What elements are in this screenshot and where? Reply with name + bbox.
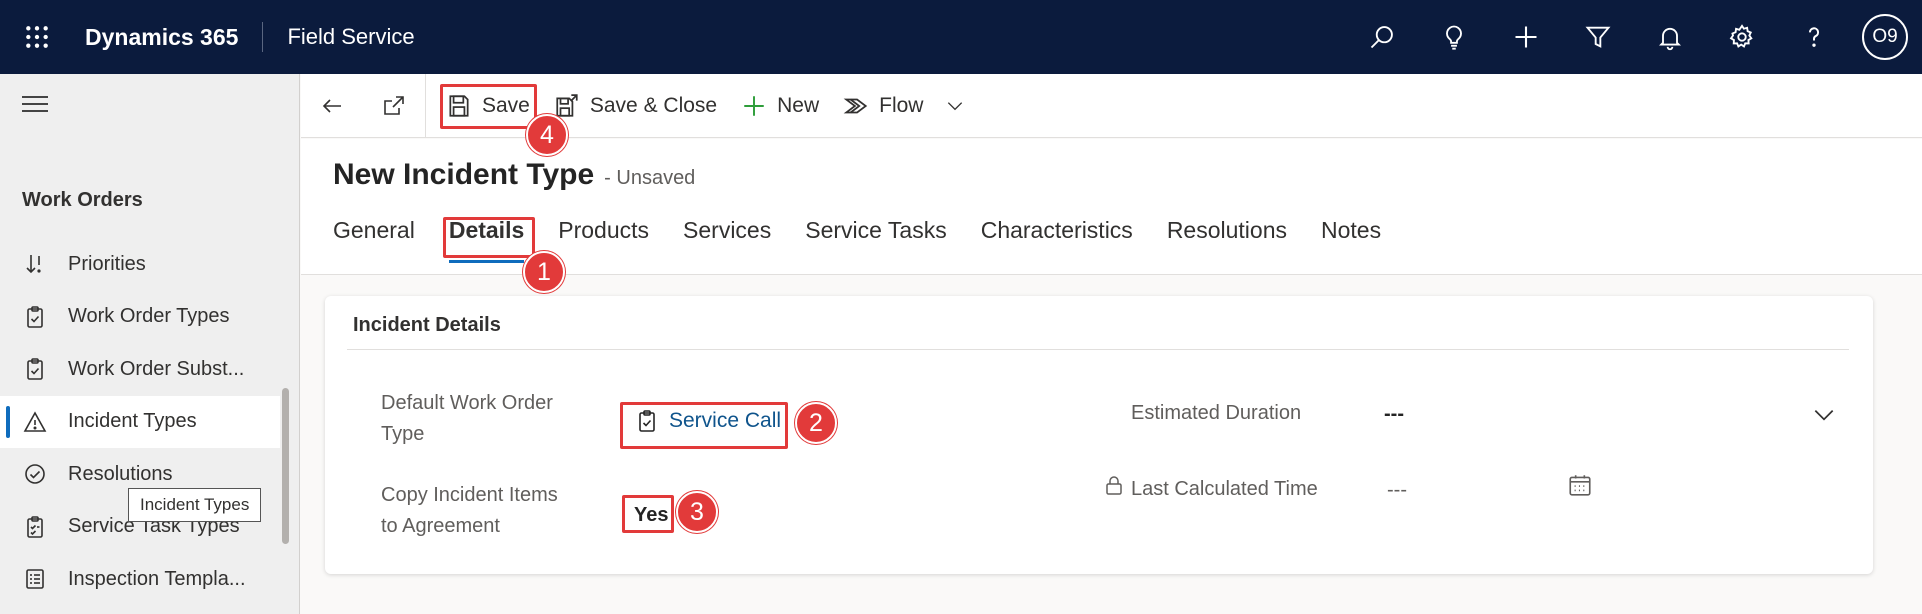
sidebar-item-incident-types[interactable]: Incident Types bbox=[0, 395, 280, 448]
nav-list: Priorities Work Order Types Work Order S… bbox=[0, 238, 280, 606]
copy-incident-items-label: Copy Incident Items to Agreement bbox=[381, 480, 558, 542]
step-badge-2: 2 bbox=[795, 402, 837, 444]
task-clipboard-icon bbox=[22, 514, 48, 540]
tab-services[interactable]: Services bbox=[683, 217, 771, 263]
clipboard-icon bbox=[22, 356, 48, 382]
yes-value-highlight bbox=[622, 495, 674, 533]
plus-icon[interactable] bbox=[1490, 0, 1562, 74]
sidebar-scrollbar[interactable] bbox=[282, 388, 289, 544]
tab-service-tasks[interactable]: Service Tasks bbox=[805, 217, 946, 263]
filter-icon[interactable] bbox=[1562, 0, 1634, 74]
gear-icon[interactable] bbox=[1706, 0, 1778, 74]
flow-label: Flow bbox=[879, 93, 924, 117]
lightbulb-icon[interactable] bbox=[1418, 0, 1490, 74]
tab-characteristics[interactable]: Characteristics bbox=[981, 217, 1133, 263]
last-calculated-time-label: Last Calculated Time bbox=[1131, 478, 1318, 500]
app-launcher-waffle-icon[interactable] bbox=[0, 0, 74, 74]
label-line: to Agreement bbox=[381, 515, 500, 537]
default-work-order-type-label: Default Work Order Type bbox=[381, 388, 553, 450]
sidebar-item-work-order-substatus[interactable]: Work Order Subst... bbox=[0, 343, 280, 396]
page-title: New Incident Type bbox=[333, 158, 595, 191]
incident-types-tooltip: Incident Types bbox=[128, 488, 262, 522]
service-call-highlight bbox=[620, 402, 788, 449]
estimated-duration-label: Estimated Duration bbox=[1131, 402, 1302, 424]
new-button[interactable]: New bbox=[729, 74, 831, 138]
help-icon[interactable] bbox=[1778, 0, 1850, 74]
incident-details-section: Incident Details Default Work Order Type… bbox=[325, 296, 1873, 574]
flow-button[interactable]: Flow bbox=[831, 74, 935, 138]
save-and-close-label: Save & Close bbox=[589, 93, 718, 117]
save-button-highlight bbox=[440, 84, 537, 129]
calendar-icon[interactable] bbox=[1567, 472, 1593, 498]
tab-notes[interactable]: Notes bbox=[1321, 217, 1381, 263]
sidebar-item-label: Resolutions bbox=[68, 462, 173, 485]
tab-products[interactable]: Products bbox=[558, 217, 649, 263]
sitemap-sidebar: Work Orders Priorities Work Order Types … bbox=[0, 74, 300, 614]
save-and-close-icon bbox=[556, 93, 578, 117]
user-avatar[interactable]: O9 bbox=[1862, 14, 1908, 60]
label-line: Copy Incident Items bbox=[381, 484, 558, 506]
label-line: Default Work Order bbox=[381, 392, 553, 414]
hamburger-menu-icon[interactable] bbox=[22, 96, 48, 114]
sidebar-item-label: Work Order Types bbox=[68, 305, 230, 328]
command-bar-divider bbox=[425, 73, 426, 138]
app-name[interactable]: Field Service bbox=[263, 24, 414, 50]
clipboard-icon bbox=[22, 304, 48, 330]
lock-icon bbox=[1105, 475, 1123, 500]
back-arrow-icon[interactable] bbox=[301, 74, 363, 138]
details-tab-highlight bbox=[443, 217, 535, 258]
open-in-new-window-icon[interactable] bbox=[363, 74, 425, 138]
chevron-down-icon[interactable] bbox=[935, 74, 975, 138]
flow-icon bbox=[843, 98, 868, 113]
check-circle-icon bbox=[22, 461, 48, 487]
save-and-close-button[interactable]: Save & Close bbox=[542, 74, 729, 138]
sidebar-item-priorities[interactable]: Priorities bbox=[0, 238, 280, 291]
search-icon[interactable] bbox=[1346, 0, 1418, 74]
top-navigation-bar: Dynamics 365 Field Service O9 bbox=[0, 0, 1922, 74]
sidebar-item-inspection-templates[interactable]: Inspection Templa... bbox=[0, 553, 280, 606]
last-calculated-time-value: --- bbox=[1387, 479, 1407, 501]
new-label: New bbox=[777, 93, 820, 117]
estimated-duration-value[interactable]: --- bbox=[1384, 403, 1404, 426]
step-badge-4: 4 bbox=[526, 114, 568, 156]
sidebar-item-label: Work Order Subst... bbox=[68, 357, 245, 380]
bell-icon[interactable] bbox=[1634, 0, 1706, 74]
brand-title[interactable]: Dynamics 365 bbox=[74, 22, 264, 52]
plus-icon bbox=[744, 95, 764, 116]
warning-icon bbox=[22, 409, 48, 435]
sidebar-item-label: Incident Types bbox=[68, 410, 197, 433]
label-line: Type bbox=[381, 423, 425, 445]
step-badge-1: 1 bbox=[523, 251, 565, 293]
tab-resolutions[interactable]: Resolutions bbox=[1167, 217, 1287, 263]
record-status: - Unsaved bbox=[604, 167, 696, 189]
sidebar-item-label: Inspection Templa... bbox=[68, 567, 246, 590]
section-divider bbox=[347, 349, 1849, 350]
step-badge-3: 3 bbox=[676, 491, 718, 533]
nav-group-title: Work Orders bbox=[22, 189, 143, 211]
section-title: Incident Details bbox=[353, 314, 501, 336]
priority-sort-icon bbox=[22, 251, 48, 277]
sidebar-item-work-order-types[interactable]: Work Order Types bbox=[0, 291, 280, 344]
checklist-icon bbox=[22, 566, 48, 592]
tab-general[interactable]: General bbox=[333, 217, 415, 263]
chevron-down-icon[interactable] bbox=[1811, 402, 1837, 428]
sidebar-item-label: Priorities bbox=[68, 252, 146, 275]
